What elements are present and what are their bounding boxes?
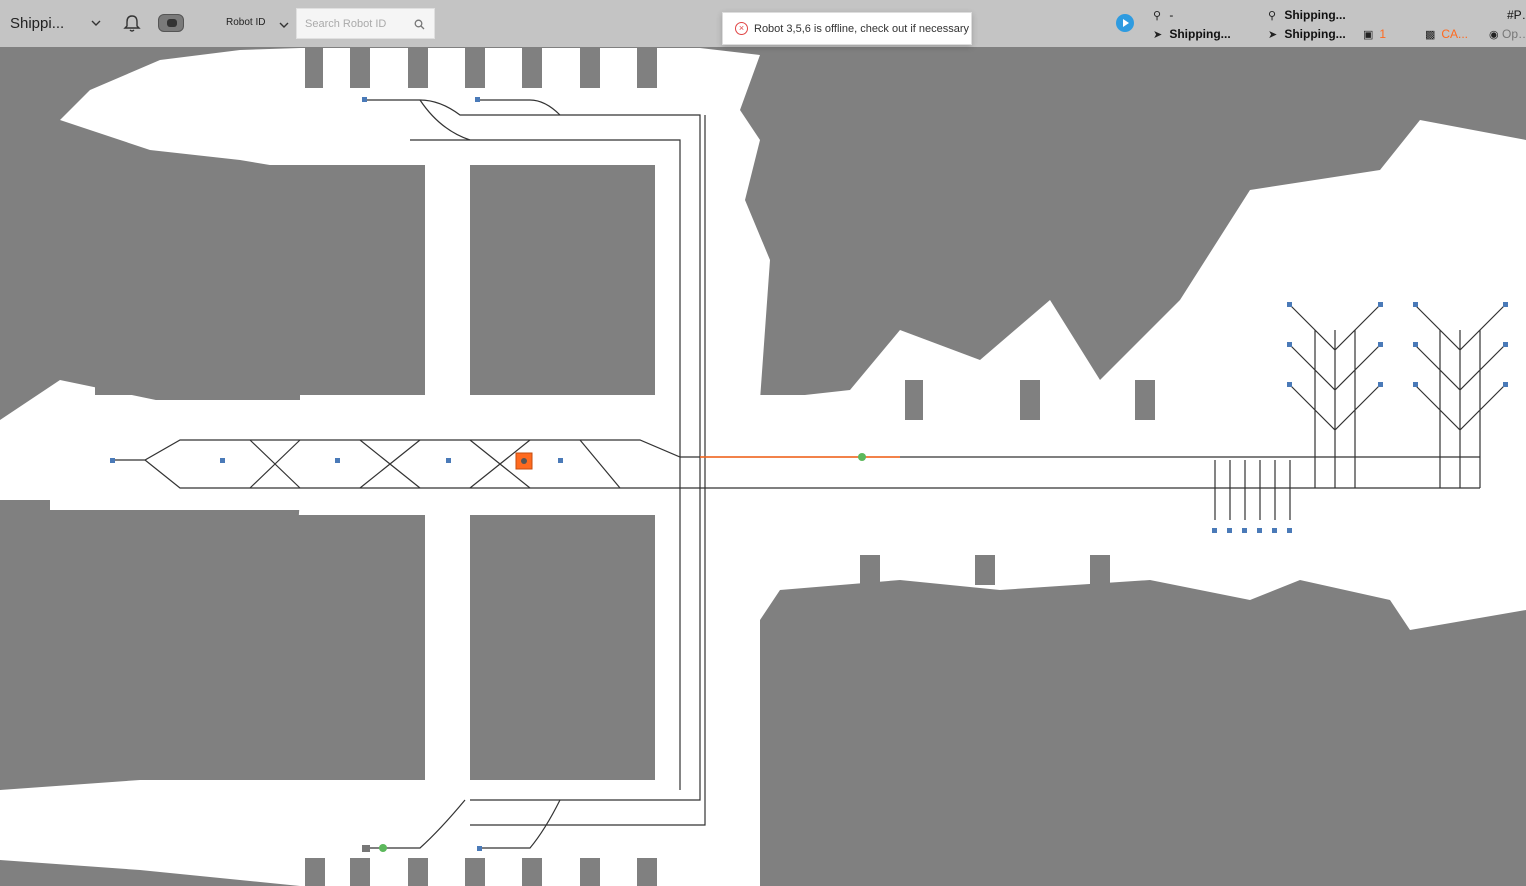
stop-icon: ▩ — [1425, 29, 1436, 41]
location-pin-icon: ⚲ — [1268, 10, 1277, 22]
status-code-value: CA... — [1441, 27, 1469, 41]
error-icon: × — [735, 22, 748, 35]
task-count-value: 1 — [1379, 27, 1387, 41]
warehouse-map[interactable] — [0, 47, 1526, 886]
robot-marker-online[interactable] — [858, 453, 866, 461]
next-target-value: Shipping... — [1284, 27, 1346, 41]
location-pin-icon: ⚲ — [1153, 10, 1162, 22]
user-icon: ◉ — [1489, 29, 1499, 41]
chevron-down-icon[interactable] — [91, 16, 101, 30]
robot-marker-center — [521, 458, 527, 464]
offline-notification: × Robot 3,5,6 is offline, check out if n… — [722, 12, 972, 45]
search-placeholder: Search Robot ID — [305, 18, 387, 30]
current-target: ➤ Shipping... — [1153, 27, 1231, 41]
site-selector-label[interactable]: Shippi... — [10, 15, 64, 32]
view-toggle[interactable] — [158, 14, 184, 32]
toggle-knob — [167, 19, 177, 27]
navigation-icon: ➤ — [1153, 29, 1163, 41]
notification-message: Robot 3,5,6 is offline, check out if nec… — [754, 23, 970, 35]
ticket-icon: ▣ — [1363, 29, 1374, 41]
current-location: ⚲ - — [1153, 8, 1173, 22]
search-input[interactable]: Search Robot ID — [296, 8, 435, 39]
chevron-down-icon[interactable] — [279, 18, 289, 32]
current-location-value: - — [1169, 8, 1174, 22]
tag-label-value: #P… — [1507, 8, 1526, 22]
tag-label: #P… — [1507, 8, 1526, 22]
charging-station[interactable] — [362, 845, 370, 852]
next-location-value: Shipping... — [1284, 8, 1346, 22]
bell-icon[interactable] — [123, 14, 141, 38]
task-counter: ▣ 1 — [1363, 27, 1386, 41]
current-target-value: Shipping... — [1169, 27, 1231, 41]
navigation-icon: ➤ — [1268, 29, 1278, 41]
option-label: Op… — [1502, 27, 1526, 41]
search-icon[interactable] — [414, 17, 425, 35]
play-button[interactable] — [1116, 14, 1134, 32]
next-location: ⚲ Shipping... — [1268, 8, 1346, 22]
status-code: ▩ CA... — [1425, 27, 1468, 41]
option-menu[interactable]: ◉Op… — [1489, 27, 1526, 41]
next-target: ➤ Shipping... — [1268, 27, 1346, 41]
robot-id-dropdown[interactable]: Robot ID — [226, 17, 265, 28]
robot-marker-online[interactable] — [379, 844, 387, 852]
